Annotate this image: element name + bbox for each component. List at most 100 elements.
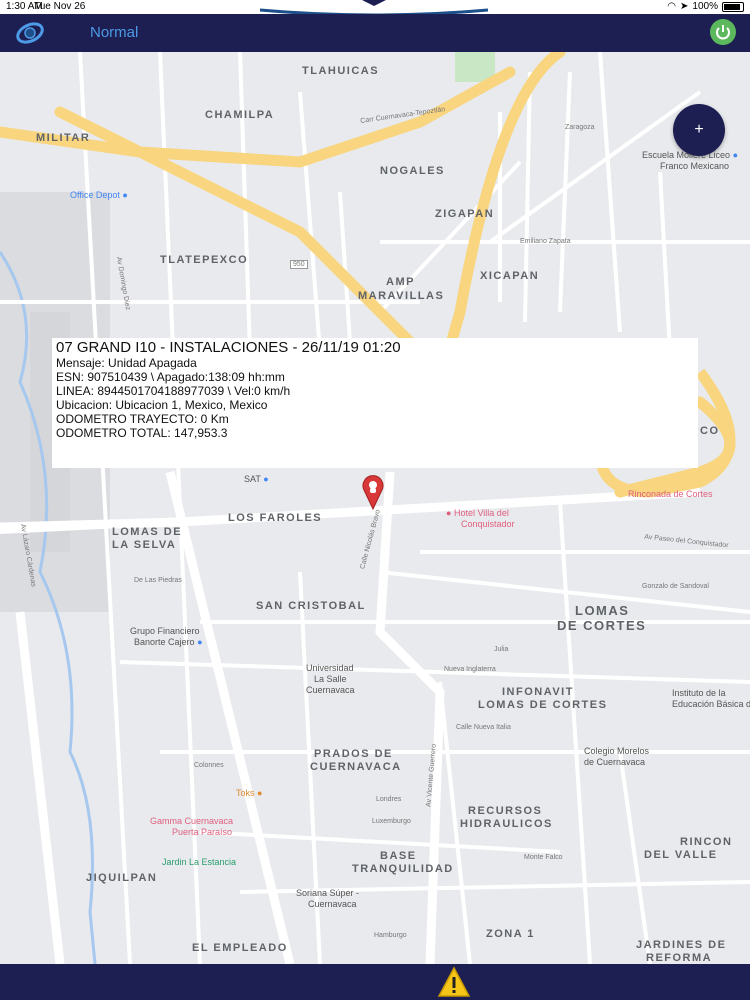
bank-icon: ● bbox=[197, 637, 203, 647]
poi-label: Office Depot bbox=[70, 190, 120, 200]
label-san-cristobal: SAN CRISTOBAL bbox=[256, 600, 366, 612]
poi-soriana-line2: Cuernavaca bbox=[308, 899, 357, 909]
label-cuernavaca: CUERNAVACA bbox=[310, 761, 402, 773]
label-lomas: LOMAS bbox=[575, 603, 630, 618]
globe-logo-icon[interactable] bbox=[14, 20, 46, 46]
poi-rinconada[interactable]: Rinconada de Cortes bbox=[628, 489, 713, 499]
govt-icon: ● bbox=[263, 474, 269, 484]
label-base: BASE bbox=[380, 850, 417, 862]
battery-icon bbox=[722, 1, 744, 12]
page-title: Normal bbox=[90, 24, 139, 41]
battery-percent: 100% bbox=[692, 1, 718, 12]
poi-universidad-line2: La Salle bbox=[314, 674, 347, 684]
status-date: Tue Nov 26 bbox=[34, 1, 86, 12]
label-lomas-de: LOMAS DE bbox=[112, 526, 183, 538]
poi-label: Toks bbox=[236, 788, 255, 798]
info-esn: ESN: 907510439 \ Apagado:138:09 hh:mm bbox=[56, 370, 285, 384]
poi-label: SAT bbox=[244, 474, 261, 484]
label-de-cortes: DE CORTES bbox=[557, 618, 647, 633]
poi-jardin[interactable]: Jardin La Estancia bbox=[162, 857, 236, 867]
street-nueva-inglaterra: Nueva Inglaterra bbox=[444, 666, 496, 673]
label-del-valle: DEL VALLE bbox=[644, 849, 718, 861]
route-shield: 950 bbox=[290, 260, 308, 269]
poi-instituto-line2: Educación Básica del bbox=[672, 699, 750, 709]
label-jardines-de: JARDINES DE bbox=[636, 939, 727, 951]
label-reforma: REFORMA bbox=[646, 952, 713, 964]
info-odometro-trayecto: ODOMETRO TRAYECTO: 0 Km bbox=[56, 412, 229, 426]
info-odometro-total: ODOMETRO TOTAL: 147,953.3 bbox=[56, 426, 228, 440]
label-co: CO bbox=[700, 425, 720, 437]
add-button[interactable]: + bbox=[673, 104, 725, 156]
street-montefalco: Monte Falco bbox=[524, 854, 563, 861]
label-rincon: RINCON bbox=[680, 836, 733, 848]
street-las-piedras: De Las Piedras bbox=[134, 577, 182, 584]
info-linea: LINEA: 8944501704188977039 \ Vel:0 km/h bbox=[56, 384, 291, 398]
poi-soriana[interactable]: Soriana Súper - bbox=[296, 888, 359, 898]
label-amp: AMP bbox=[386, 276, 415, 288]
label-zona-1: ZONA 1 bbox=[486, 928, 535, 940]
poi-hotel[interactable]: ● Hotel Villa del bbox=[446, 508, 509, 518]
poi-label: Hotel Villa del bbox=[453, 508, 509, 518]
school-icon: ● bbox=[732, 150, 738, 160]
poi-universidad[interactable]: Universidad bbox=[306, 663, 354, 673]
street-londres: Londres bbox=[376, 796, 402, 803]
label-prados-de: PRADOS DE bbox=[314, 748, 393, 760]
drawer-handle[interactable] bbox=[258, 0, 490, 14]
street-colonnes: Colonnes bbox=[194, 762, 224, 769]
wifi-icon: ◠ bbox=[667, 1, 677, 12]
info-ubicacion: Ubicacion: Ubicacion 1, Mexico, Mexico bbox=[56, 398, 268, 412]
vehicle-pin-icon[interactable] bbox=[362, 474, 384, 510]
vehicle-info-popup[interactable]: 07 GRAND I10 - INSTALACIONES - 26/11/19 … bbox=[52, 338, 698, 468]
shop-icon: ● bbox=[122, 190, 128, 200]
bottom-bar bbox=[0, 964, 750, 1000]
poi-colegio-line2: de Cuernavaca bbox=[584, 757, 646, 767]
poi-gamma-line2: Puerta Paraíso bbox=[172, 827, 233, 837]
warning-icon[interactable] bbox=[437, 966, 471, 998]
navbar: Normal bbox=[0, 14, 750, 52]
poi-escuela-line2: Franco Mexicano bbox=[660, 161, 730, 171]
label-tlatepexco: TLATEPEXCO bbox=[160, 254, 249, 266]
hotel-icon: ● bbox=[446, 508, 452, 518]
street-hamburgo: Hamburgo bbox=[374, 932, 407, 939]
street-gonzalo: Gonzalo de Sandoval bbox=[642, 583, 709, 590]
poi-office-depot[interactable]: Office Depot ● bbox=[70, 190, 128, 200]
poi-hotel-line2: Conquistador bbox=[461, 519, 515, 529]
label-la-selva: LA SELVA bbox=[112, 539, 177, 551]
label-zigapan: ZIGAPAN bbox=[435, 208, 495, 220]
label-xicapan: XICAPAN bbox=[480, 270, 540, 282]
street-zaragoza: Zaragoza bbox=[565, 124, 595, 131]
power-button[interactable] bbox=[710, 19, 736, 45]
power-icon bbox=[716, 25, 730, 40]
label-los-faroles: LOS FAROLES bbox=[228, 512, 323, 524]
label-recursos: RECURSOS bbox=[468, 805, 543, 817]
poi-grupo[interactable]: Grupo Financiero bbox=[130, 626, 200, 636]
street-julia: Julia bbox=[494, 646, 509, 653]
poi-instituto[interactable]: Instituto de la bbox=[672, 688, 726, 698]
status-right: ◠ ➤ 100% bbox=[667, 1, 744, 12]
label-maravillas: MARAVILLAS bbox=[358, 290, 445, 302]
label-jiquilpan: JIQUILPAN bbox=[86, 872, 158, 884]
poi-toks[interactable]: Toks ● bbox=[236, 788, 262, 798]
label-chamilpa: CHAMILPA bbox=[205, 109, 275, 121]
street-emiliano: Emiliano Zapata bbox=[520, 238, 571, 245]
street-luxemburgo: Luxemburgo bbox=[372, 818, 411, 825]
label-lomas-de-cortes: LOMAS DE CORTES bbox=[478, 699, 608, 711]
label-tlahuicas: TLAHUICAS bbox=[302, 65, 380, 77]
label-tranquilidad: TRANQUILIDAD bbox=[352, 863, 454, 875]
label-militar: MILITAR bbox=[36, 132, 91, 144]
label-nogales: NOGALES bbox=[380, 165, 445, 177]
label-hidraulicos: HIDRAULICOS bbox=[460, 818, 553, 830]
location-icon: ➤ bbox=[680, 1, 689, 12]
restaurant-icon: ● bbox=[257, 788, 263, 798]
poi-universidad-line3: Cuernavaca bbox=[306, 685, 355, 695]
label-el-empleado: EL EMPLEADO bbox=[192, 942, 288, 954]
poi-gamma[interactable]: Gamma Cuernavaca bbox=[150, 816, 233, 826]
poi-label: Banorte Cajero bbox=[134, 637, 195, 647]
vehicle-title: 07 GRAND I10 - INSTALACIONES - 26/11/19 … bbox=[56, 339, 401, 356]
street-nueva-italia: Calle Nueva Italia bbox=[456, 724, 511, 731]
poi-colegio[interactable]: Colegio Morelos bbox=[584, 746, 649, 756]
poi-sat[interactable]: SAT ● bbox=[244, 474, 269, 484]
poi-grupo-line2: Banorte Cajero ● bbox=[134, 637, 203, 647]
label-infonavit: INFONAVIT bbox=[502, 686, 574, 698]
info-mensaje: Mensaje: Unidad Apagada bbox=[56, 356, 197, 370]
